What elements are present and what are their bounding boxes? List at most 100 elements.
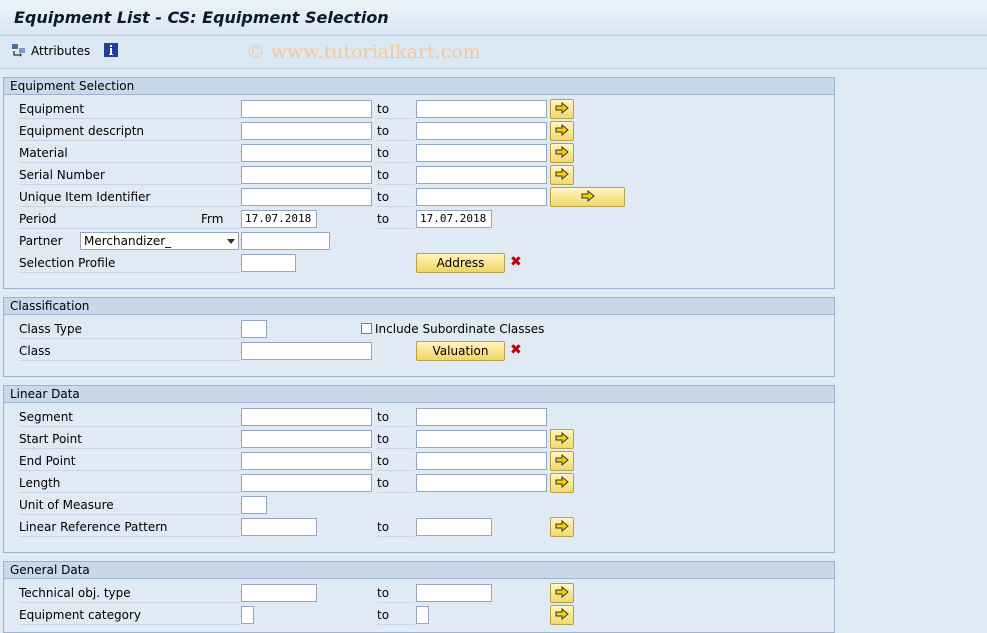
segment-to-input[interactable] — [416, 408, 547, 426]
equipment-description-from-input[interactable] — [241, 122, 372, 140]
material-to-input[interactable] — [416, 144, 547, 162]
row-segment: Segment to — [4, 407, 834, 429]
class-type-label: Class Type — [19, 322, 82, 336]
multiple-selection-button[interactable] — [550, 605, 574, 625]
delete-valuation-icon[interactable]: ✖ — [510, 342, 522, 358]
unit-of-measure-input[interactable] — [241, 496, 267, 514]
selection-screen: Equipment Selection Equipment to Equipme… — [0, 69, 987, 633]
end-point-to-input[interactable] — [416, 452, 547, 470]
lrp-to-input[interactable] — [416, 518, 492, 536]
equipment-to-input[interactable] — [416, 100, 547, 118]
yellow-arrow-icon — [555, 431, 569, 447]
group-equipment-selection: Equipment Selection Equipment to Equipme… — [3, 77, 835, 289]
multiple-selection-button[interactable] — [550, 121, 574, 141]
row-linear-reference-pattern: Linear Reference Pattern to — [4, 517, 834, 539]
to-label: to — [377, 454, 390, 468]
row-equipment-category: Equipment category to — [4, 605, 834, 627]
chevron-down-icon — [227, 239, 235, 244]
partner-input[interactable] — [241, 232, 330, 250]
valuation-button[interactable]: Valuation — [416, 341, 505, 361]
end-point-from-input[interactable] — [241, 452, 372, 470]
multiple-selection-button[interactable] — [550, 187, 625, 207]
group-header: Equipment Selection — [4, 78, 834, 95]
application-toolbar: Attributes © www.tutorialkart.com — [0, 36, 987, 69]
length-to-input[interactable] — [416, 474, 547, 492]
attributes-button[interactable]: Attributes — [11, 42, 90, 60]
partner-role-value: Merchandizer_ — [84, 234, 172, 248]
technical-obj-type-from-input[interactable] — [241, 584, 317, 602]
row-equipment-description: Equipment descriptn to — [4, 121, 834, 143]
row-technical-obj-type: Technical obj. type to — [4, 583, 834, 605]
address-button[interactable]: Address — [416, 253, 505, 273]
lrp-from-input[interactable] — [241, 518, 317, 536]
uii-to-input[interactable] — [416, 188, 547, 206]
yellow-arrow-icon — [555, 123, 569, 139]
info-button[interactable] — [103, 42, 119, 60]
row-unit-of-measure: Unit of Measure — [4, 495, 834, 517]
serial-number-from-input[interactable] — [241, 166, 372, 184]
group-classification: Classification Class Type Include Subord… — [3, 297, 835, 377]
include-subordinate-checkbox[interactable] — [361, 323, 372, 334]
period-from-input[interactable]: 17.07.2018 — [241, 210, 317, 228]
equipment-category-label: Equipment category — [19, 608, 141, 622]
to-label: to — [377, 190, 390, 204]
period-to-input[interactable]: 17.07.2018 — [416, 210, 492, 228]
row-length: Length to — [4, 473, 834, 495]
serial-number-to-input[interactable] — [416, 166, 547, 184]
segment-label: Segment — [19, 410, 73, 424]
period-frm-label: Frm — [201, 212, 224, 226]
partner-role-dropdown[interactable]: Merchandizer_ — [80, 232, 239, 250]
length-from-input[interactable] — [241, 474, 372, 492]
technical-obj-type-to-input[interactable] — [416, 584, 492, 602]
equipment-category-from-input[interactable] — [241, 606, 254, 624]
yellow-arrow-icon — [555, 101, 569, 117]
yellow-arrow-icon — [555, 607, 569, 623]
equipment-description-to-input[interactable] — [416, 122, 547, 140]
group-general-data: General Data Technical obj. type to Equi… — [3, 561, 835, 633]
selection-profile-input[interactable] — [241, 254, 296, 272]
delete-address-icon[interactable]: ✖ — [510, 254, 522, 270]
yellow-arrow-icon — [555, 145, 569, 161]
to-label: to — [377, 212, 390, 226]
material-from-input[interactable] — [241, 144, 372, 162]
start-point-to-input[interactable] — [416, 430, 547, 448]
equipment-label: Equipment — [19, 102, 85, 116]
equipment-from-input[interactable] — [241, 100, 372, 118]
class-type-input[interactable] — [241, 320, 267, 338]
partner-label: Partner — [19, 234, 63, 248]
row-selection-profile: Selection Profile Address ✖ — [4, 253, 834, 275]
uii-from-input[interactable] — [241, 188, 372, 206]
to-label: to — [377, 146, 390, 160]
attributes-label: Attributes — [31, 44, 91, 58]
length-label: Length — [19, 476, 61, 490]
multiple-selection-button[interactable] — [550, 473, 574, 493]
window-title: Equipment List - CS: Equipment Selection — [14, 8, 389, 27]
unique-item-identifier-label: Unique Item Identifier — [19, 190, 151, 204]
class-label: Class — [19, 344, 51, 358]
multiple-selection-button[interactable] — [550, 451, 574, 471]
to-label: to — [377, 102, 390, 116]
multiple-selection-button[interactable] — [550, 99, 574, 119]
row-unique-item-identifier: Unique Item Identifier to — [4, 187, 834, 209]
yellow-arrow-icon — [555, 475, 569, 491]
start-point-label: Start Point — [19, 432, 82, 446]
segment-from-input[interactable] — [241, 408, 372, 426]
multiple-selection-button[interactable] — [550, 143, 574, 163]
selection-profile-label: Selection Profile — [19, 256, 116, 270]
serial-number-label: Serial Number — [19, 168, 105, 182]
yellow-arrow-icon — [555, 453, 569, 469]
group-header: Classification — [4, 298, 834, 315]
row-material: Material to — [4, 143, 834, 165]
multiple-selection-button[interactable] — [550, 583, 574, 603]
start-point-from-input[interactable] — [241, 430, 372, 448]
multiple-selection-button[interactable] — [550, 429, 574, 449]
multiple-selection-button[interactable] — [550, 517, 574, 537]
to-label: to — [377, 432, 390, 446]
to-label: to — [377, 168, 390, 182]
row-equipment: Equipment to — [4, 99, 834, 121]
yellow-arrow-icon — [555, 167, 569, 183]
class-input[interactable] — [241, 342, 372, 360]
row-serial-number: Serial Number to — [4, 165, 834, 187]
equipment-category-to-input[interactable] — [416, 606, 429, 624]
multiple-selection-button[interactable] — [550, 165, 574, 185]
